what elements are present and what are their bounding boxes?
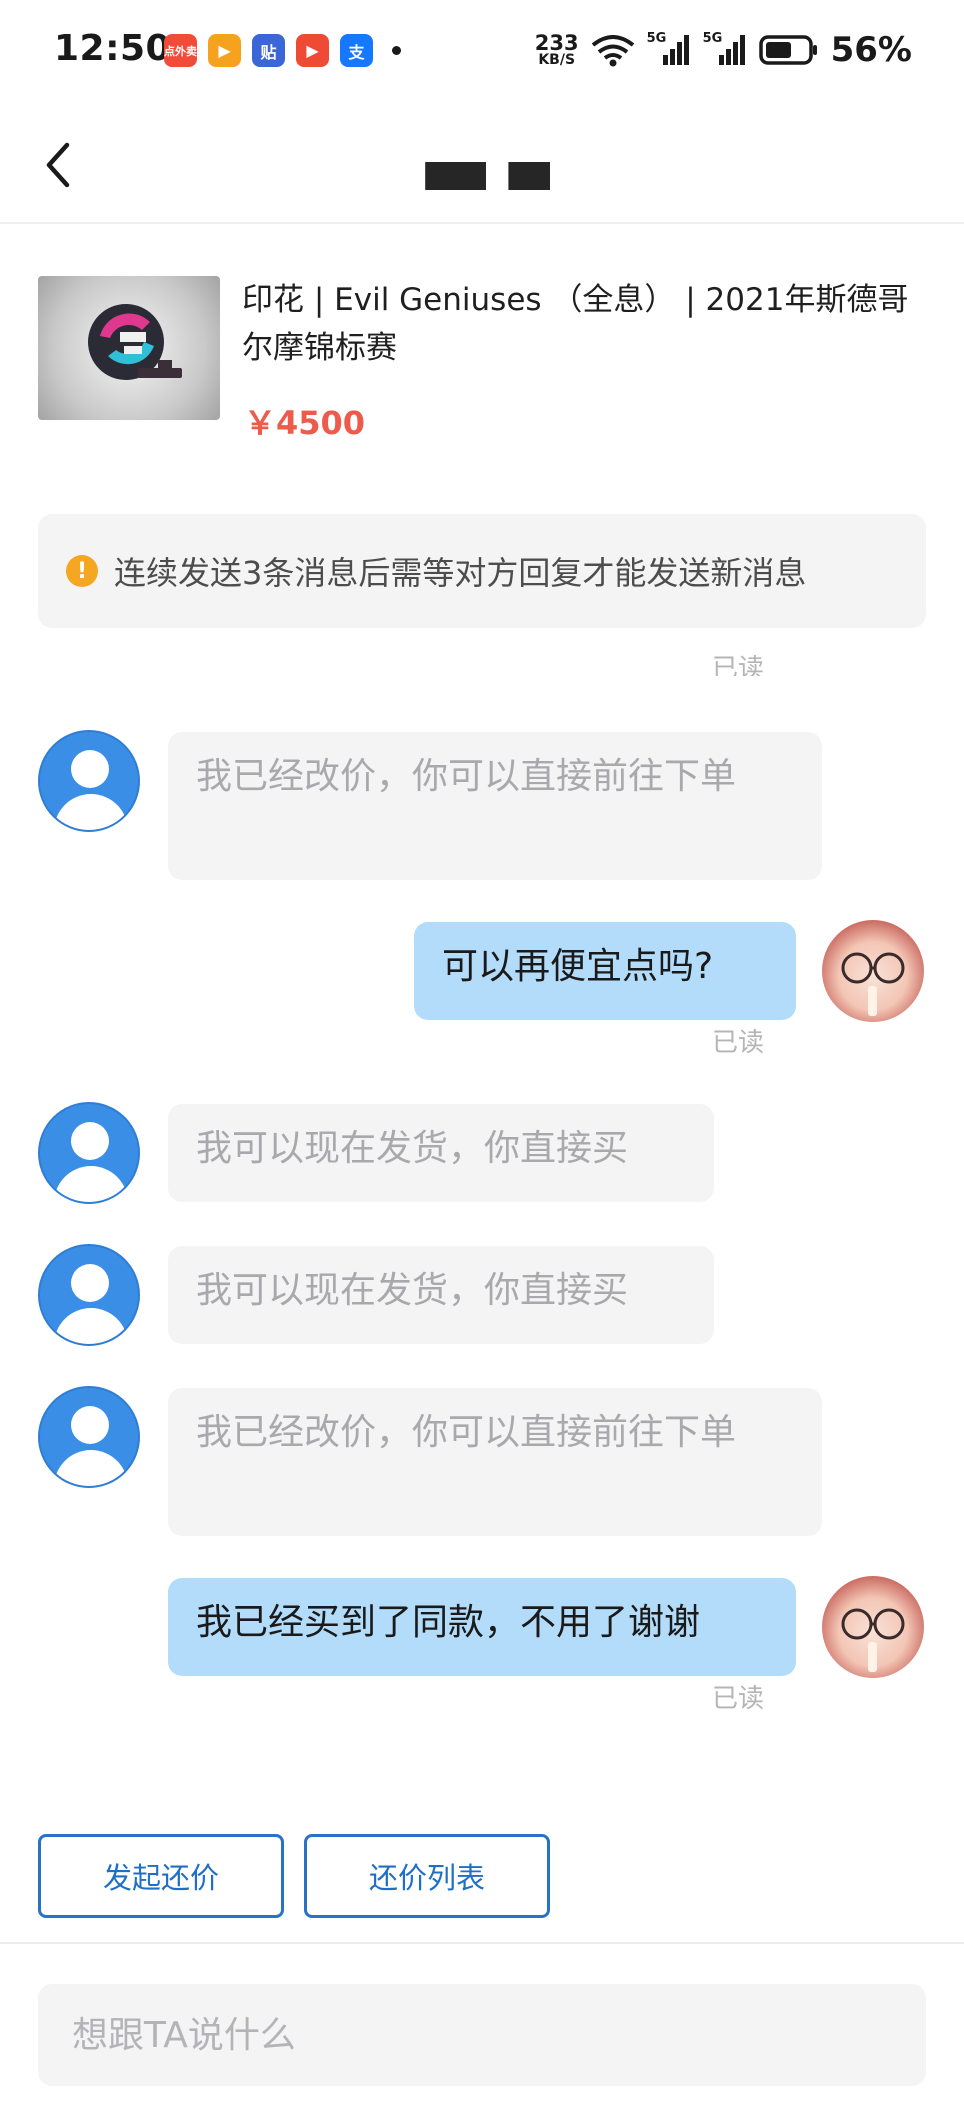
seller-avatar[interactable] bbox=[38, 1244, 140, 1346]
product-image bbox=[38, 276, 220, 420]
incoming-message[interactable]: 我可以现在发货，你直接买 bbox=[168, 1104, 714, 1202]
evil-geniuses-logo-icon bbox=[88, 304, 182, 380]
read-status-top: 已读 bbox=[712, 654, 765, 676]
signal-5g-icon-1: 5G bbox=[647, 31, 691, 67]
net-speed-unit: KB/S bbox=[538, 51, 576, 68]
incoming-message[interactable]: 我已经改价，你可以直接前往下单 bbox=[168, 732, 822, 880]
app-icon-alipay: 支 bbox=[340, 34, 373, 67]
app-icon-youku: ▶ bbox=[296, 34, 329, 67]
message-limit-notice: ! 连续发送3条消息后需等对方回复才能发送新消息 bbox=[38, 514, 926, 628]
outgoing-message[interactable]: 我已经买到了同款，不用了谢谢 bbox=[168, 1578, 796, 1676]
seller-avatar[interactable] bbox=[38, 730, 140, 832]
product-card[interactable]: 印花 | Evil Geniuses （全息） | 2021年斯德哥尔摩锦标赛 … bbox=[38, 276, 928, 456]
notice-text: 连续发送3条消息后需等对方回复才能发送新消息 bbox=[114, 554, 807, 592]
seller-avatar[interactable] bbox=[38, 1102, 140, 1204]
chat-page: 12:50 点外卖 ▶ 贴 ▶ 支 233 KB/S 5G 5G 56% 印花 … bbox=[0, 0, 964, 2120]
wifi-icon bbox=[591, 35, 634, 67]
back-button[interactable] bbox=[36, 136, 80, 194]
chat-header bbox=[0, 106, 964, 224]
anime-avatar-icon bbox=[841, 952, 905, 1016]
incoming-message[interactable]: 我已经改价，你可以直接前往下单 bbox=[168, 1388, 822, 1536]
app-icon-waimai: 点外卖 bbox=[164, 34, 197, 67]
status-time: 12:50 bbox=[54, 28, 172, 69]
product-price: ￥4500 bbox=[244, 404, 366, 442]
chevron-left-icon bbox=[46, 142, 70, 188]
message-input[interactable] bbox=[38, 1984, 926, 2086]
notification-dot-icon bbox=[392, 46, 401, 55]
read-status: 已读 bbox=[712, 1028, 765, 1058]
seller-avatar[interactable] bbox=[38, 1386, 140, 1488]
read-status: 已读 bbox=[712, 1684, 765, 1714]
status-right-group: 233 KB/S 5G 5G 56% bbox=[535, 30, 912, 70]
anime-avatar-icon bbox=[841, 1608, 905, 1672]
my-avatar[interactable] bbox=[822, 920, 924, 1022]
battery-percent: 56% bbox=[830, 30, 912, 70]
my-avatar[interactable] bbox=[822, 1576, 924, 1678]
status-bar: 12:50 点外卖 ▶ 贴 ▶ 支 233 KB/S 5G 5G 56% bbox=[0, 0, 964, 106]
net-speed: 233 KB/S bbox=[534, 30, 579, 68]
make-offer-button[interactable]: 发起还价 bbox=[38, 1834, 284, 1918]
status-app-icons: 点外卖 ▶ 贴 ▶ 支 bbox=[164, 34, 401, 67]
offer-list-button[interactable]: 还价列表 bbox=[304, 1834, 550, 1918]
warning-icon: ! bbox=[66, 555, 98, 587]
battery-icon bbox=[758, 35, 817, 65]
incoming-message[interactable]: 我可以现在发货，你直接买 bbox=[168, 1246, 714, 1344]
net-speed-value: 233 bbox=[534, 30, 579, 55]
product-title: 印花 | Evil Geniuses （全息） | 2021年斯德哥尔摩锦标赛 bbox=[242, 282, 909, 366]
signal-5g-icon-2: 5G bbox=[703, 31, 747, 67]
redacted-title bbox=[390, 162, 550, 190]
app-icon-video: ▶ bbox=[208, 34, 241, 67]
app-icon-tieba: 贴 bbox=[252, 34, 285, 67]
outgoing-message[interactable]: 可以再便宜点吗? bbox=[414, 922, 796, 1020]
divider bbox=[0, 1942, 964, 1944]
